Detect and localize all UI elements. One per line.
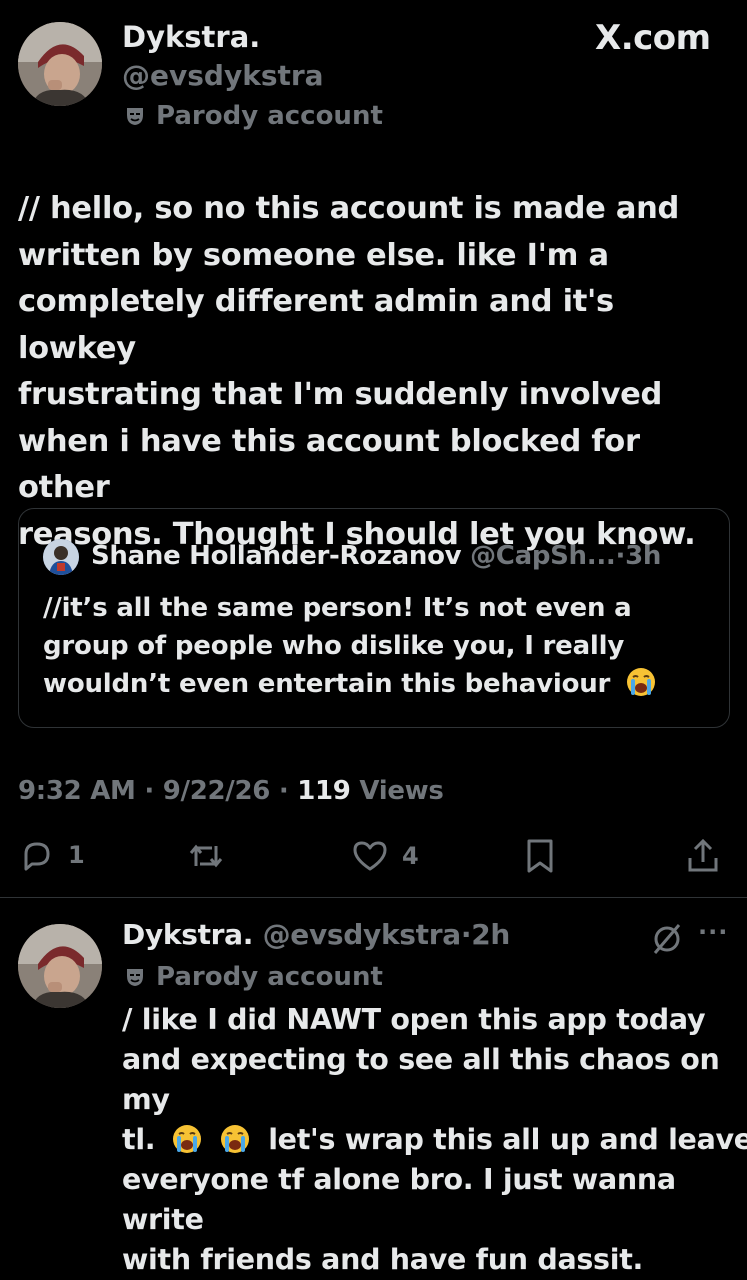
brand-logo: X.com [595,18,711,58]
parody-label: Parody account [156,101,383,131]
like-button[interactable]: 4 [352,840,419,872]
quote-time: 3h [625,541,662,571]
divider [0,897,747,898]
reply-count: 1 [68,841,85,869]
parody-badge: Parody account [124,962,383,992]
tweet-line: when i have this account blocked for oth… [18,423,640,506]
quote-avatar [43,539,79,575]
retweet-button[interactable] [188,840,224,872]
views-label: Views [359,776,444,806]
retweet-icon [189,844,223,868]
mask-icon [127,969,143,986]
reply-line-text: tl. [122,1123,156,1156]
crying-emoji [627,668,656,696]
reply-line-text: let's wrap this all up and leave [268,1123,747,1156]
quote-line: group of people who dislike you, I reall… [43,631,625,661]
reply-line: with friends and have fun dassit. [122,1243,644,1276]
quote-line: //it’s all the same person! It’s not eve… [43,593,632,623]
bookmark-button[interactable] [525,838,555,874]
separator-dot: · [615,541,626,571]
bookmark-icon [527,839,553,873]
quote-author-name[interactable]: Shane Hollander-Rozanov [91,541,462,571]
tweet-meta: 9:32 AM · 9/22/26 · 119 Views [18,776,444,806]
share-button[interactable] [686,838,720,874]
like-count: 4 [402,842,419,870]
quote-text: //it’s all the same person! It’s not eve… [43,589,713,703]
mask-icon [127,108,143,125]
reply-text: / like I did NAWT open this app today an… [122,1000,747,1280]
reply-line: everyone tf alone bro. I just wanna writ… [122,1163,676,1236]
author-name[interactable]: Dykstra. [122,918,253,951]
quoted-tweet[interactable]: Shane Hollander-Rozanov @CapSh...·3h //i… [18,508,730,728]
quote-line-text: wouldn’t even entertain this behaviour [43,669,611,699]
avatar[interactable] [18,22,102,106]
tweet-line: // hello, so no this account is made and [18,191,680,226]
crying-emoji [172,1125,201,1153]
reply-line: tl. let's wrap this all up and leave [122,1120,747,1160]
author-name[interactable]: Dykstra. [122,20,260,54]
tweet-line: written by someone else. like I'm a [18,237,609,273]
crying-emoji [220,1125,249,1153]
tweet-line: frustrating that I'm suddenly involved [18,377,663,412]
reply-line: / like I did NAWT open this app today [122,1003,706,1036]
tweet-line: completely different admin and it's lowk… [18,284,614,366]
heart-icon [353,841,387,871]
grok-icon[interactable] [650,922,684,956]
reply-icon [24,842,50,871]
parody-badge: Parody account [124,101,383,131]
share-icon [688,838,718,872]
reply-header: Dykstra. @evsdykstra·2h [122,918,510,951]
separator-dot: · [460,918,472,951]
tweet-time: 2h [471,918,511,951]
separator-dot: · [278,776,289,806]
avatar[interactable] [18,924,102,1008]
tweet-text: // hello, so no this account is made and… [18,186,738,558]
quote-header: Shane Hollander-Rozanov @CapSh...·3h [91,541,661,571]
more-icon[interactable]: ··· [698,918,728,946]
quote-author-handle[interactable]: @CapSh... [470,541,616,571]
quote-line: wouldn’t even entertain this behaviour [43,665,713,703]
parody-label: Parody account [156,962,383,992]
author-handle[interactable]: @evsdykstra [122,59,324,92]
views-count: 119 [297,776,351,806]
tweet-date[interactable]: 9/22/26 [163,776,271,806]
reply-line: and expecting to see all this chaos on m… [122,1043,720,1116]
separator-dot: · [144,776,154,806]
author-handle[interactable]: @evsdykstra [263,918,462,951]
reply-button[interactable]: 1 [20,838,85,872]
tweet-time[interactable]: 9:32 AM [18,776,136,806]
